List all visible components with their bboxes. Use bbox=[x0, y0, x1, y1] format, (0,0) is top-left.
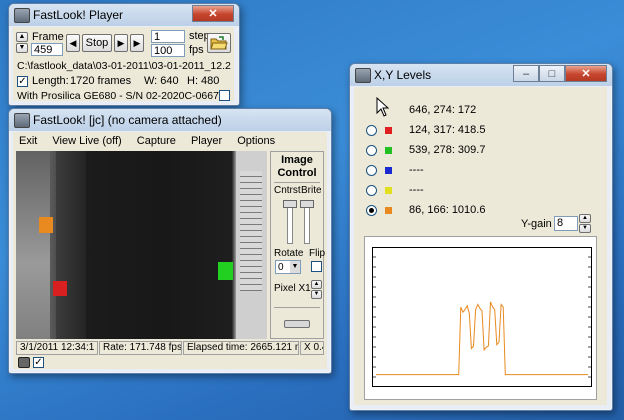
status-bar: 3/1/2011 12:34:1 Rate: 171.748 fps Elaps… bbox=[16, 341, 324, 355]
fps-label: fps bbox=[189, 44, 204, 56]
pixel-up-button[interactable]: ▲ bbox=[311, 280, 322, 289]
level-plot[interactable] bbox=[372, 247, 592, 387]
row-value: 539, 278: 309.7 bbox=[409, 144, 486, 156]
ygain-up-button[interactable]: ▲ bbox=[579, 214, 591, 223]
chevron-down-icon: ▼ bbox=[290, 261, 300, 273]
menu-exit[interactable]: Exit bbox=[19, 135, 37, 147]
menu-player[interactable]: Player bbox=[191, 135, 222, 147]
color-swatch bbox=[385, 187, 392, 194]
status-elapsed: Elapsed time: 2665.121 ms bbox=[183, 341, 299, 355]
rotate-value: 0 bbox=[278, 262, 284, 273]
player-title: FastLook! Player bbox=[33, 8, 124, 22]
xy-title: X,Y Levels bbox=[374, 68, 432, 82]
length-checkbox[interactable]: ✓ bbox=[17, 76, 28, 87]
ygain-down-button[interactable]: ▼ bbox=[579, 224, 591, 233]
camera-image[interactable] bbox=[16, 151, 267, 339]
app-icon bbox=[14, 8, 30, 23]
file-path: C:\fastlook_data\03-01-2011\03-01-2011_1… bbox=[17, 60, 231, 72]
ygain-label: Y-gain bbox=[521, 218, 552, 230]
row-value: ---- bbox=[409, 164, 424, 176]
cntrst-label: Cntrst bbox=[274, 185, 301, 196]
frame-label: Frame bbox=[32, 31, 64, 43]
status-zoom: X 0.4 bbox=[300, 341, 324, 355]
frame-input[interactable]: 459 bbox=[31, 43, 63, 56]
status-rate: Rate: 171.748 fps bbox=[99, 341, 182, 355]
maximize-button[interactable]: □ bbox=[539, 65, 565, 82]
open-folder-button[interactable] bbox=[207, 33, 231, 53]
status-timestamp: 3/1/2011 12:34:1 bbox=[16, 341, 98, 355]
marker-red[interactable] bbox=[53, 281, 67, 296]
main-window: FastLook! [jc] (no camera attached) Exit… bbox=[8, 108, 332, 374]
fps-input[interactable]: 100 bbox=[151, 44, 185, 57]
close-button[interactable]: ✕ bbox=[565, 65, 607, 82]
marker-green[interactable] bbox=[218, 262, 233, 280]
row-radio[interactable] bbox=[366, 205, 377, 216]
width-value: W: 640 bbox=[144, 75, 179, 87]
height-value: H: 480 bbox=[187, 75, 220, 87]
status-indicator-button[interactable] bbox=[284, 320, 310, 328]
frame-up-button[interactable]: ▲ bbox=[16, 32, 28, 42]
level-plot-frame bbox=[364, 236, 597, 400]
pixel-label: Pixel X1 bbox=[274, 283, 311, 294]
row-radio[interactable] bbox=[366, 145, 377, 156]
xy-levels-window: X,Y Levels – □ ✕ 646, 274: 172 124, 317: … bbox=[349, 63, 613, 411]
level-trace bbox=[376, 301, 588, 376]
row-radio[interactable] bbox=[366, 125, 377, 136]
stop-button[interactable]: Stop bbox=[82, 34, 112, 52]
color-swatch bbox=[385, 167, 392, 174]
bottom-checkbox[interactable]: ✓ bbox=[33, 357, 44, 368]
step-input[interactable]: 1 bbox=[151, 30, 185, 43]
flip-label: Flip bbox=[309, 248, 326, 259]
length-label: Length: bbox=[32, 75, 69, 87]
marker-orange[interactable] bbox=[39, 217, 53, 233]
frame-down-button[interactable]: ▼ bbox=[16, 43, 28, 53]
color-swatch bbox=[385, 207, 392, 214]
xy-caption-buttons: – □ ✕ bbox=[513, 65, 607, 82]
player-caption-buttons: ✕ bbox=[192, 5, 234, 22]
play-button[interactable]: ▶ bbox=[130, 34, 144, 52]
main-titlebar[interactable]: FastLook! [jc] (no camera attached) bbox=[9, 109, 331, 131]
row-radio[interactable] bbox=[366, 185, 377, 196]
prev-button[interactable]: ◀ bbox=[66, 34, 80, 52]
camera-checkbox[interactable] bbox=[219, 90, 230, 101]
player-window: FastLook! Player ✕ ▲ ▼ Frame 459 ◀ Stop … bbox=[8, 3, 240, 106]
main-client: Exit View Live (off) Capture Player Opti… bbox=[13, 132, 327, 369]
color-swatch bbox=[385, 147, 392, 154]
row-value: 124, 317: 418.5 bbox=[409, 124, 486, 136]
row-value: ---- bbox=[409, 184, 424, 196]
menu-bar: Exit View Live (off) Capture Player Opti… bbox=[19, 135, 287, 147]
minimize-button[interactable]: – bbox=[513, 65, 539, 82]
image-control-panel: Image Control Cntrst Brite Rotate Flip 0… bbox=[270, 151, 326, 339]
row-value: 86, 166: 1010.6 bbox=[409, 204, 486, 216]
image-control-label: Image Control bbox=[277, 154, 317, 179]
cursor-arrow-icon bbox=[376, 97, 390, 117]
next-button[interactable]: ▶ bbox=[114, 34, 128, 52]
app-icon bbox=[14, 113, 30, 128]
flip-checkbox[interactable] bbox=[311, 261, 322, 272]
contrast-thumb[interactable] bbox=[283, 200, 297, 208]
xy-client: 646, 274: 172 124, 317: 418.5 539, 278: 30… bbox=[354, 87, 607, 405]
rotate-label: Rotate bbox=[274, 248, 304, 259]
xy-titlebar[interactable]: X,Y Levels – □ ✕ bbox=[350, 64, 612, 86]
row-value: 646, 274: 172 bbox=[409, 104, 477, 116]
close-button[interactable]: ✕ bbox=[192, 5, 234, 22]
rotate-select[interactable]: 0 ▼ bbox=[275, 260, 301, 274]
pixel-down-button[interactable]: ▼ bbox=[311, 290, 322, 299]
menu-options[interactable]: Options bbox=[237, 135, 275, 147]
camera-small-icon[interactable] bbox=[18, 357, 30, 368]
ygain-input[interactable]: 8 bbox=[554, 216, 578, 231]
player-client: ▲ ▼ Frame 459 ◀ Stop ▶ ▶ 1 step 100 fps … bbox=[13, 27, 234, 102]
menu-capture[interactable]: Capture bbox=[137, 135, 176, 147]
menu-view-live[interactable]: View Live (off) bbox=[52, 135, 121, 147]
length-value: 1720 frames bbox=[70, 75, 132, 87]
app-icon bbox=[355, 68, 371, 83]
folder-open-icon bbox=[210, 36, 228, 50]
main-title: FastLook! [jc] (no camera attached) bbox=[33, 113, 222, 127]
player-titlebar[interactable]: FastLook! Player ✕ bbox=[9, 4, 239, 26]
brightness-thumb[interactable] bbox=[300, 200, 314, 208]
color-swatch bbox=[385, 127, 392, 134]
brite-label: Brite bbox=[301, 185, 322, 196]
camera-info: With Prosilica GE680 - S/N 02-2020C-0667… bbox=[17, 90, 225, 102]
row-radio[interactable] bbox=[366, 165, 377, 176]
